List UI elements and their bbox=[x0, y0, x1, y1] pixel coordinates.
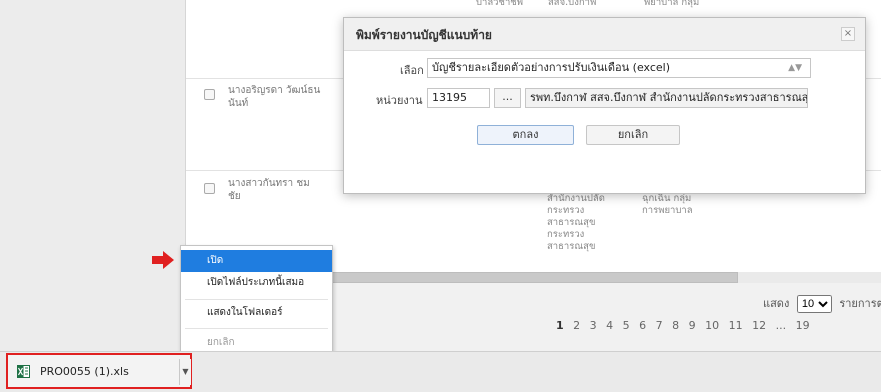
download-context-menu: เปิด เปิดไฟล์ประเภทนี้เสมอ แสดงในโฟลเดอร… bbox=[180, 245, 333, 358]
page-size-control: แสดง 10 รายการต่อ bbox=[763, 294, 881, 313]
dialog-title: พิมพ์รายงานบัญชีแนบท้าย bbox=[356, 28, 492, 42]
report-type-select[interactable]: บัญชีรายละเอียดตัวอย่างการปรับเงินเดือน … bbox=[427, 58, 811, 78]
menu-item-open[interactable]: เปิด bbox=[181, 250, 332, 272]
employee-name: นางสาวกันทรา ชมชัย bbox=[228, 178, 310, 202]
page-link[interactable]: 9 bbox=[689, 319, 696, 332]
cell-department: สำนักงานปลัด กระทรวงสาธารณสุข กระทรวงสาธ… bbox=[547, 193, 605, 252]
row-checkbox[interactable] bbox=[204, 183, 215, 194]
employee-name: นางอริญรดา วัฒน์ธนนันท์ bbox=[228, 85, 321, 109]
page-link[interactable]: 19 bbox=[796, 319, 810, 332]
page-size-select[interactable]: 10 bbox=[796, 295, 832, 313]
menu-divider bbox=[185, 328, 328, 329]
menu-item-show-in-folder[interactable]: แสดงในโฟลเดอร์ bbox=[181, 302, 332, 324]
page-link[interactable]: 5 bbox=[623, 319, 630, 332]
left-panel bbox=[0, 0, 186, 351]
page-link[interactable]: 7 bbox=[656, 319, 663, 332]
menu-divider bbox=[185, 299, 328, 300]
unit-code-field[interactable]: 13195 bbox=[427, 88, 490, 108]
download-item[interactable]: PRO0055 (1).xls ▼ bbox=[6, 353, 192, 389]
page-link[interactable]: 6 bbox=[639, 319, 646, 332]
cell-group: ฉุกเฉิน กลุ่ม การพยาบาล bbox=[642, 193, 693, 216]
unit-label: หน่วยงาน bbox=[376, 94, 423, 107]
chevron-updown-icon: ▲▼ bbox=[788, 63, 802, 73]
ok-button[interactable]: ตกลง bbox=[477, 125, 574, 145]
cell-group: พยาบาล กลุ่ม bbox=[644, 0, 700, 8]
browse-unit-button[interactable]: ... bbox=[494, 88, 521, 108]
close-icon[interactable]: × bbox=[841, 27, 855, 41]
show-label: แสดง bbox=[763, 297, 790, 310]
excel-file-icon bbox=[17, 365, 30, 378]
dialog-header: พิมพ์รายงานบัญชีแนบท้าย × bbox=[344, 18, 865, 51]
menu-item-always-open[interactable]: เปิดไฟล์ประเภทนี้เสมอ bbox=[181, 272, 332, 294]
page-link[interactable]: 11 bbox=[729, 319, 743, 332]
horizontal-scrollbar-track[interactable] bbox=[738, 272, 881, 283]
page-link[interactable]: 3 bbox=[590, 319, 597, 332]
per-page-label: รายการต่อ bbox=[839, 297, 881, 310]
cell-department: สสจ.บึงกาฬ bbox=[548, 0, 597, 8]
cell-position: บาลวิชาชีพ bbox=[476, 0, 524, 8]
pagination: 1 2 3 4 5 6 7 8 9 10 11 12 ... 19 bbox=[556, 319, 816, 332]
chevron-down-icon[interactable]: ▼ bbox=[179, 359, 191, 385]
page-ellipsis: ... bbox=[775, 319, 787, 332]
row-checkbox[interactable] bbox=[204, 89, 215, 100]
page-link[interactable]: 8 bbox=[672, 319, 679, 332]
page-link[interactable]: 12 bbox=[752, 319, 766, 332]
unit-name-field: รพท.บึงกาฬ สสจ.บึงกาฬ สำนักงานปลัดกระทรว… bbox=[525, 88, 808, 108]
cancel-button[interactable]: ยกเลิก bbox=[586, 125, 680, 145]
download-file-name: PRO0055 (1).xls bbox=[40, 365, 129, 378]
report-type-value: บัญชีรายละเอียดตัวอย่างการปรับเงินเดือน … bbox=[432, 61, 671, 74]
select-label: เลือก bbox=[400, 64, 424, 77]
report-dialog: พิมพ์รายงานบัญชีแนบท้าย × เลือก บัญชีราย… bbox=[343, 17, 866, 194]
page-link-current[interactable]: 1 bbox=[556, 319, 564, 332]
red-arrow-icon bbox=[152, 251, 174, 269]
page-link[interactable]: 2 bbox=[573, 319, 580, 332]
page-link[interactable]: 4 bbox=[606, 319, 613, 332]
page-link[interactable]: 10 bbox=[705, 319, 719, 332]
